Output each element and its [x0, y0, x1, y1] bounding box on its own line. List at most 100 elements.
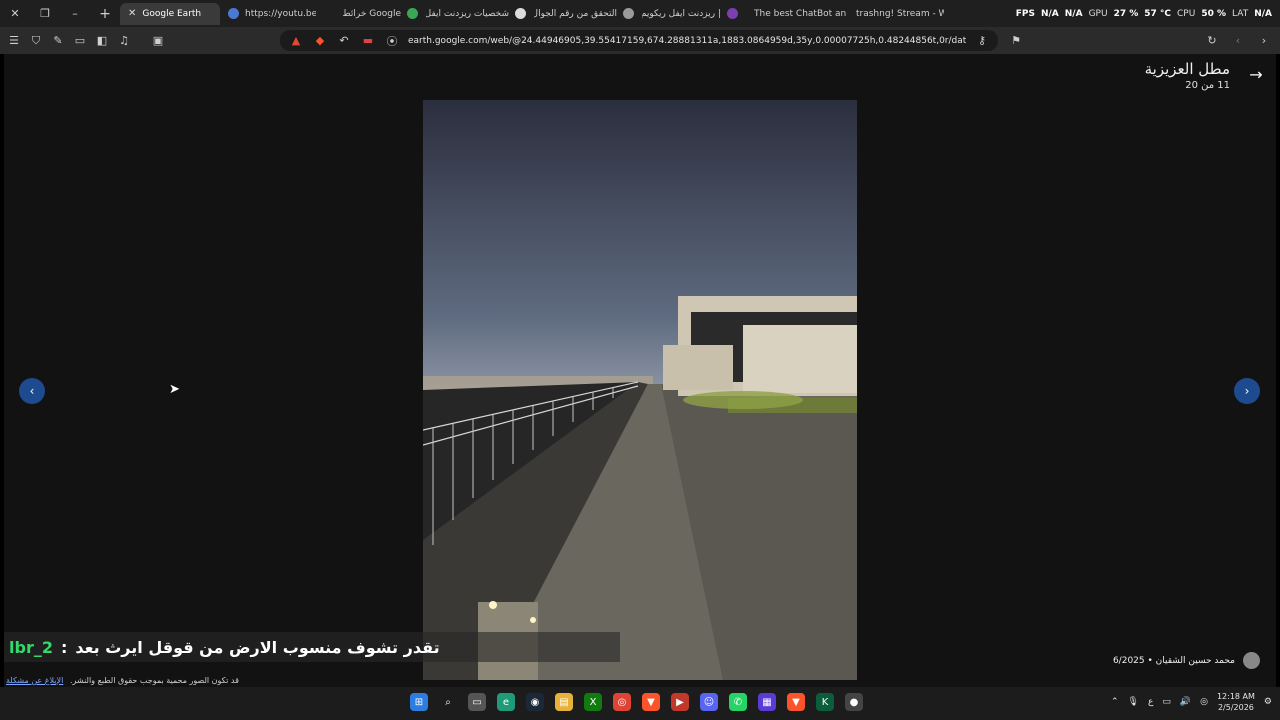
copyright-notice: قد تكون الصور محمية بموجب حقوق الطبع وال…: [70, 676, 239, 685]
search-icon[interactable]: ⌕: [439, 693, 457, 711]
key-icon[interactable]: ⚷: [974, 33, 990, 49]
monitor-icon[interactable]: ▭: [1162, 697, 1171, 707]
chat-message: تقدر تشوف منسوب الارض من قوقل ايرث بعد: [75, 637, 440, 657]
fps-label: FPS: [1015, 8, 1035, 19]
gpu-value: 27 %: [1113, 8, 1139, 19]
previous-photo-button[interactable]: ‹: [19, 378, 45, 404]
tab-label: Google Earth: [142, 8, 202, 19]
taskbar: ⊞ ⌕ ▭ e ◉ ▤ X ◎ ▼ ▶ ☺ ✆ ▦ ▼ K ● ⌃ 🎙 ع ▭ …: [0, 687, 1280, 720]
back-icon[interactable]: ‹: [1230, 32, 1246, 48]
forward-icon[interactable]: ›: [1256, 32, 1272, 48]
brave-active-icon[interactable]: ▼: [787, 693, 805, 711]
site-icon: [727, 8, 738, 19]
map-pin-icon: [407, 8, 418, 19]
fps-value: N/A: [1040, 8, 1059, 19]
photo-count: 11 من 20: [1185, 80, 1230, 91]
photo-image: [423, 100, 857, 680]
windows-start-icon[interactable]: ⊞: [410, 693, 428, 711]
shield-icon[interactable]: ⛉: [28, 33, 44, 49]
tab-label: شخصيات ريزدنت ايفل: [426, 8, 509, 19]
edge-icon[interactable]: e: [497, 693, 515, 711]
tab-label: https://youtu.be/qtu: [245, 8, 316, 19]
tab-kick-stream[interactable]: trashng! Stream - Wi: [848, 3, 944, 25]
tab-label: trashng! Stream - Wi: [856, 8, 944, 19]
tab-youtube[interactable]: https://youtu.be/qtu: [220, 3, 316, 25]
notification-icon[interactable]: ⚙: [1264, 697, 1272, 707]
tab-strip: ✕ ❐ – + ✕ Google Earth https://youtu.be/…: [0, 0, 1280, 27]
tab-label: خرائط Google: [342, 8, 401, 19]
volume-icon[interactable]: 🔊: [1180, 697, 1191, 707]
language-indicator[interactable]: ع: [1148, 697, 1153, 707]
steam-icon[interactable]: ◉: [526, 693, 544, 711]
tab-label: التحقق من رقم الجوال: [534, 8, 617, 19]
photo-author: محمد حسين الشقيان • 6/2025: [1113, 652, 1260, 669]
system-tray: ⌃ 🎙 ع ▭ 🔊 ◎ 12:18 AM 2/5/2026 ⚙: [1111, 691, 1272, 713]
globe-icon: [228, 8, 239, 19]
obs-icon[interactable]: ●: [845, 693, 863, 711]
video-editor-icon[interactable]: ▶: [671, 693, 689, 711]
minimize-window-icon[interactable]: –: [60, 0, 90, 27]
clock-time: 12:18 AM: [1216, 692, 1255, 701]
music-icon[interactable]: ♫: [116, 33, 132, 49]
place-title: مطل العزيزية: [1144, 60, 1230, 78]
stream-chat-caption: lbr_2 : تقدر تشوف منسوب الارض من قوقل اي…: [4, 632, 620, 662]
location-icon: ⦿: [386, 34, 398, 48]
photo-viewer: → مطل العزيزية 11 من 20 ‹ › ➤ محمد حسين …: [4, 54, 1276, 687]
chrome-icon[interactable]: ◎: [613, 693, 631, 711]
chevron-up-icon[interactable]: ⌃: [1111, 697, 1119, 707]
back-arrow-icon[interactable]: →: [1246, 64, 1266, 84]
fps-value-2: N/A: [1064, 8, 1083, 19]
close-tab-icon[interactable]: ✕: [128, 8, 136, 19]
vpn-icon[interactable]: ▬: [360, 33, 376, 49]
extension-icon[interactable]: ✎: [50, 33, 66, 49]
restore-window-icon[interactable]: ❐: [30, 0, 60, 27]
cpu-value: 50 %: [1201, 8, 1227, 19]
tab-label: ريزدنت ايفل ريكويم |: [642, 8, 721, 19]
menu-icon[interactable]: ☰: [6, 33, 22, 49]
task-view-icon[interactable]: ▭: [468, 693, 486, 711]
browser-toolbar: ☰ ⛉ ✎ ▭ ◧ ♫ ▣ ▲ ◆ ↶ ▬ ⦿ earth.google.com…: [0, 27, 1280, 54]
clock[interactable]: 12:18 AM 2/5/2026: [1217, 691, 1255, 713]
report-problem-link[interactable]: الإبلاغ عن مشكلة: [6, 676, 63, 685]
kick-app-icon[interactable]: K: [816, 693, 834, 711]
tab-phone-verify[interactable]: التحقق من رقم الجوال: [534, 3, 642, 25]
place-photo: [423, 100, 857, 680]
gpu-label: GPU: [1088, 8, 1108, 19]
tab-re-characters[interactable]: شخصيات ريزدنت ايفل: [426, 3, 534, 25]
tab-google-earth[interactable]: ✕ Google Earth: [120, 2, 220, 25]
lat-value: N/A: [1254, 8, 1272, 19]
chevron-right-icon: ›: [1244, 384, 1250, 398]
performance-overlay: FPS N/A N/A GPU 27 % 57 °C CPU 50 % LAT …: [1016, 9, 1280, 19]
grid-app-icon[interactable]: ▦: [758, 693, 776, 711]
cpu-label: CPU: [1177, 8, 1196, 19]
avatar[interactable]: [1243, 652, 1260, 669]
place-header: مطل العزيزية 11 من 20: [1145, 60, 1230, 91]
tabs-icon[interactable]: ▭: [72, 33, 88, 49]
tab-re-requiem[interactable]: ريزدنت ايفل ريكويم |: [642, 3, 746, 25]
tab-label: The best ChatBot an: [754, 8, 847, 19]
new-tab-icon[interactable]: +: [90, 0, 120, 27]
share-icon[interactable]: ↶: [336, 33, 352, 49]
next-photo-button[interactable]: ›: [1234, 378, 1260, 404]
chat-username: lbr_2: [9, 637, 53, 657]
wallet-icon[interactable]: ▣: [150, 33, 166, 49]
file-explorer-icon[interactable]: ▤: [555, 693, 573, 711]
network-icon[interactable]: ◎: [1200, 697, 1208, 707]
author-text[interactable]: محمد حسين الشقيان • 6/2025: [1113, 656, 1235, 666]
clock-date: 2/5/2026: [1217, 703, 1254, 712]
address-bar[interactable]: ▲ ◆ ↶ ▬ ⦿ earth.google.com/web/@24.44946…: [280, 30, 998, 51]
brave-icon[interactable]: ▼: [642, 693, 660, 711]
discord-icon[interactable]: ☺: [700, 693, 718, 711]
brave-rewards-icon[interactable]: ▲: [288, 33, 304, 49]
close-window-icon[interactable]: ✕: [0, 0, 30, 27]
whatsapp-icon[interactable]: ✆: [729, 693, 747, 711]
bookmark-icon[interactable]: ⚑: [1008, 32, 1024, 48]
brave-shield-icon[interactable]: ◆: [312, 33, 328, 49]
tab-chatbot[interactable]: The best ChatBot an: [746, 3, 848, 25]
reload-icon[interactable]: ↻: [1204, 32, 1220, 48]
xbox-icon[interactable]: X: [584, 693, 602, 711]
tab-google-maps[interactable]: خرائط Google: [316, 3, 426, 25]
sidebar-icon[interactable]: ◧: [94, 33, 110, 49]
microphone-icon[interactable]: 🎙: [1128, 697, 1139, 707]
url-text[interactable]: earth.google.com/web/@24.44946905,39.554…: [408, 36, 966, 46]
